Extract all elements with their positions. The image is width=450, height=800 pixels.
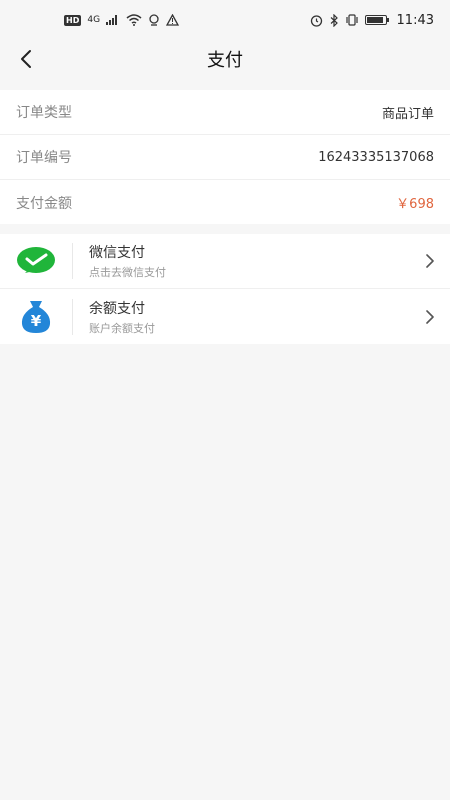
- order-type-row: 订单类型 商品订单: [0, 90, 450, 135]
- row-divider: [72, 243, 73, 279]
- clock: 11:43: [396, 12, 434, 28]
- money-bag-symbol: ¥: [31, 312, 42, 330]
- order-number-value: 16243335137068: [318, 149, 434, 165]
- status-bar: HD 4G 11:43: [0, 0, 450, 40]
- wechat-pay-option[interactable]: 微信支付 点击去微信支付: [0, 234, 450, 289]
- wifi-icon: [126, 14, 142, 26]
- wechat-icon: [16, 241, 56, 281]
- signal-label: 4G: [87, 15, 101, 25]
- balance-pay-text: 余额支付 账户余额支付: [89, 298, 155, 336]
- bluetooth-icon: [330, 13, 338, 27]
- battery-icon: [364, 15, 389, 25]
- row-divider: [72, 298, 73, 335]
- balance-pay-subtitle: 账户余额支付: [89, 321, 155, 335]
- hd-badge: HD: [64, 14, 82, 26]
- pay-amount-row: 支付金额 ￥698: [0, 180, 450, 225]
- alert-icon: [166, 14, 180, 26]
- back-button[interactable]: [12, 45, 40, 73]
- order-number-row: 订单编号 16243335137068: [0, 135, 450, 180]
- alarm-icon: [310, 14, 322, 27]
- wechat-pay-text: 微信支付 点击去微信支付: [89, 242, 166, 280]
- pay-amount-value: ￥698: [396, 197, 434, 212]
- order-type-label: 订单类型: [16, 105, 72, 121]
- order-type-value: 商品订单: [381, 106, 434, 122]
- wechat-pay-subtitle: 点击去微信支付: [89, 266, 166, 279]
- wechat-pay-title: 微信支付: [89, 245, 145, 261]
- pay-amount-label: 支付金额: [16, 195, 72, 212]
- navbar: 支付: [0, 40, 450, 78]
- chevron-right-icon: [426, 309, 434, 324]
- page-title: 支付: [207, 50, 243, 71]
- payment-methods-card: 微信支付 点击去微信支付 ¥ 余额支付 账户余额支付: [0, 234, 450, 344]
- balance-pay-option[interactable]: ¥ 余额支付 账户余额支付: [0, 289, 450, 344]
- signal-icon: [106, 15, 118, 25]
- battery-fill: [366, 17, 383, 23]
- order-info-card: 订单类型 商品订单 订单编号 16243335137068 支付金额 ￥698: [0, 90, 450, 224]
- hotspot-icon: [149, 14, 159, 26]
- chevron-right-icon: [426, 254, 434, 268]
- money-bag-icon: ¥: [16, 297, 56, 337]
- vibrate-icon: [345, 14, 358, 26]
- balance-pay-title: 余额支付: [89, 300, 145, 317]
- chevron-left-icon: [21, 50, 31, 68]
- order-number-label: 订单编号: [16, 150, 72, 166]
